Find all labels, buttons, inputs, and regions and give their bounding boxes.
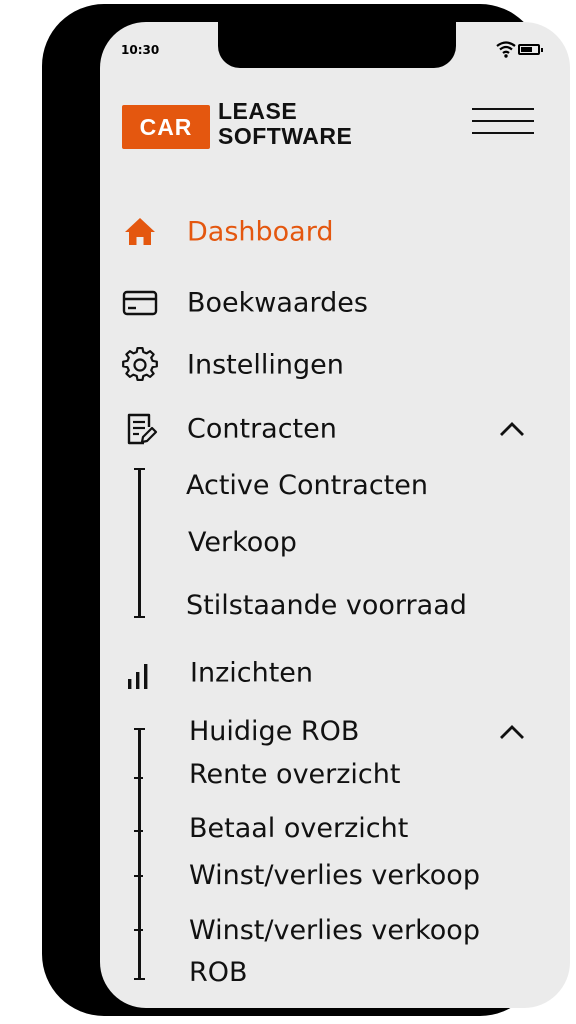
hamburger-line <box>472 120 534 122</box>
chevron-up-icon[interactable] <box>497 722 527 742</box>
nav-label-inzichten: Inzichten <box>190 657 314 689</box>
sub-item-huidige-rob[interactable]: Huidige ROB <box>189 712 559 752</box>
credit-card-icon <box>122 285 158 321</box>
tree-line-contracten <box>138 468 141 618</box>
tree-tick <box>134 929 143 931</box>
nav-label-boekwaardes: Boekwaardes <box>187 287 368 319</box>
tree-tick <box>134 468 145 470</box>
nav-item-instellingen[interactable]: Instellingen <box>122 342 552 388</box>
home-icon <box>122 214 158 250</box>
tree-tick <box>134 728 145 730</box>
device-notch <box>218 22 456 68</box>
logo-line-2: SOFTWARE <box>218 123 353 149</box>
nav-item-boekwaardes[interactable]: Boekwaardes <box>122 280 552 326</box>
logo-badge-text: CAR <box>139 114 193 140</box>
logo-wordmark: LEASE SOFTWARE <box>218 99 352 149</box>
nav-item-inzichten[interactable]: Inzichten <box>122 650 552 696</box>
status-time: 10:30 <box>121 43 160 57</box>
logo-badge: CAR <box>122 105 210 149</box>
tree-tick <box>134 978 145 980</box>
sub-item-verkoop[interactable]: Verkoop <box>188 523 297 563</box>
nav-label-contracten: Contracten <box>187 413 337 445</box>
sub-item-winst-verlies-verkoop-rob[interactable]: Winst/verlies verkoop <box>189 911 480 951</box>
nav-label-instellingen: Instellingen <box>187 349 344 381</box>
gear-icon <box>122 347 158 383</box>
sub-item-stilstaande-voorraad[interactable]: Stilstaande voorraad <box>186 586 467 626</box>
sub-item-winst-verlies-verkoop-rob-line2[interactable]: ROB <box>189 953 248 993</box>
tree-tick <box>134 830 143 832</box>
hamburger-line <box>472 132 534 134</box>
hamburger-menu-button[interactable] <box>472 108 534 138</box>
chevron-up-icon[interactable] <box>497 419 527 439</box>
sub-item-rente-overzicht[interactable]: Rente overzicht <box>189 755 400 795</box>
sub-item-active-contracten[interactable]: Active Contracten <box>186 466 428 506</box>
logo-line-1: LEASE <box>218 98 298 124</box>
phone-frame: 10:30 CAR LEASE SOFTWARE Dashboard Boekw… <box>42 4 570 1016</box>
nav-item-dashboard[interactable]: Dashboard <box>122 209 552 255</box>
wifi-icon <box>496 41 516 58</box>
sub-label-huidige-rob: Huidige ROB <box>189 716 360 747</box>
bar-chart-icon <box>122 655 158 691</box>
tree-tick <box>134 616 145 618</box>
status-icons <box>496 40 552 62</box>
sub-item-winst-verlies-verkoop[interactable]: Winst/verlies verkoop <box>189 856 480 896</box>
tree-line-rob <box>138 728 141 980</box>
sub-item-betaal-overzicht[interactable]: Betaal overzicht <box>189 809 408 849</box>
app-screen: 10:30 CAR LEASE SOFTWARE Dashboard Boekw… <box>100 22 570 1008</box>
nav-item-contracten[interactable]: Contracten <box>122 406 552 452</box>
nav-label-dashboard: Dashboard <box>187 216 334 248</box>
battery-icon <box>518 44 543 55</box>
tree-tick <box>134 777 143 779</box>
tree-tick <box>134 875 143 877</box>
hamburger-line <box>472 108 534 110</box>
document-edit-icon <box>122 411 158 447</box>
